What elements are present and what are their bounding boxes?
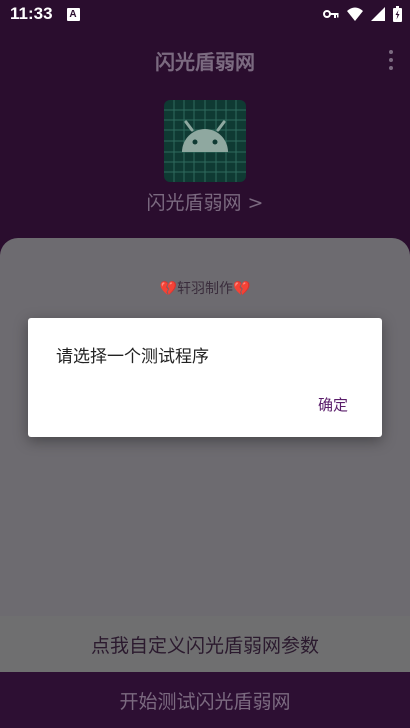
start-test-button[interactable]: 开始测试闪光盾弱网 xyxy=(0,672,410,728)
broken-heart-icon: 💔 xyxy=(233,281,251,297)
overflow-menu-icon[interactable] xyxy=(388,50,394,70)
app-bar: 闪光盾弱网 xyxy=(0,28,410,92)
status-icons xyxy=(323,6,402,22)
key-icon xyxy=(323,10,339,18)
android-icon[interactable] xyxy=(164,100,246,182)
credit-label: 轩羽制作 xyxy=(177,281,233,297)
app-name-link[interactable]: 闪光盾弱网 > xyxy=(0,188,410,215)
dialog-ok-button[interactable]: 确定 xyxy=(318,394,348,415)
status-time: 11:33 xyxy=(10,4,53,23)
alert-dialog: 请选择一个测试程序 确定 xyxy=(28,318,382,437)
credit-text: 💔轩羽制作💔 xyxy=(0,278,410,298)
status-bar: 11:33 A xyxy=(0,0,410,28)
notification-a-icon: A xyxy=(66,7,80,21)
broken-heart-icon: 💔 xyxy=(159,281,177,297)
app-bar-title: 闪光盾弱网 xyxy=(155,49,255,74)
dialog-message: 请选择一个测试程序 xyxy=(56,347,209,367)
signal-icon xyxy=(371,7,385,21)
battery-icon xyxy=(393,6,402,22)
wifi-icon xyxy=(347,7,363,21)
custom-params-button[interactable]: 点我自定义闪光盾弱网参数 xyxy=(0,616,410,672)
